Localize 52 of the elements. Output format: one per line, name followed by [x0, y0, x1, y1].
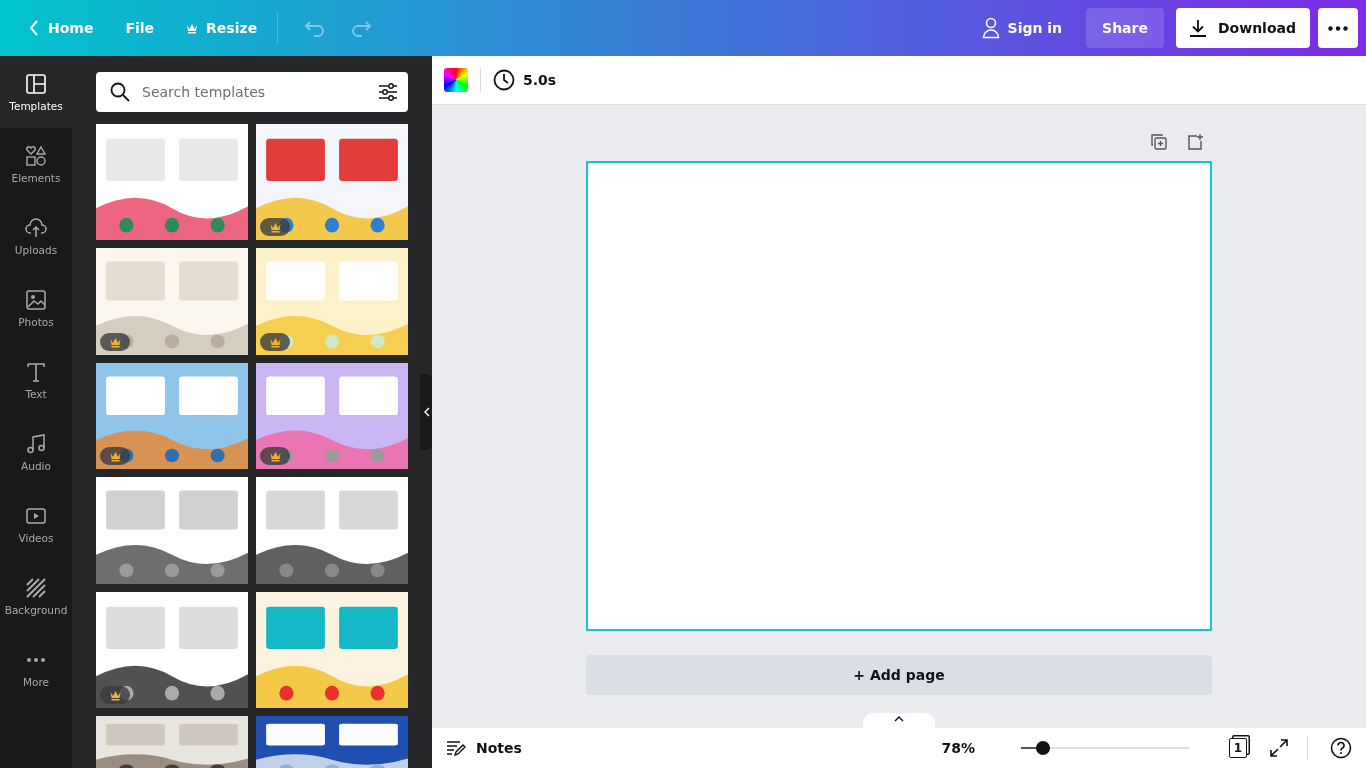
crown-icon: [108, 689, 122, 701]
search-icon: [110, 82, 130, 102]
duplicate-page-icon[interactable]: [1150, 133, 1168, 151]
ellipsis-icon: [25, 657, 47, 662]
notes-button[interactable]: Notes: [446, 740, 522, 756]
sidebar-tab[interactable]: Text: [0, 344, 72, 416]
duration-button[interactable]: 5.0s: [493, 69, 557, 91]
add-page-button[interactable]: + Add page: [586, 655, 1212, 695]
share-button[interactable]: Share: [1086, 8, 1164, 48]
crown-icon: [108, 450, 122, 462]
sidebar-tab[interactable]: Videos: [0, 488, 72, 560]
fullscreen-icon[interactable]: [1269, 738, 1289, 758]
shapes-icon: [25, 144, 47, 167]
zoom-percentage[interactable]: 78%: [941, 740, 975, 756]
page-count-button[interactable]: 1: [1229, 738, 1247, 758]
sidebar-tab[interactable]: Uploads: [0, 200, 72, 272]
color-picker-button[interactable]: [444, 68, 468, 92]
crown-icon: [186, 22, 199, 34]
slider-thumb[interactable]: [1035, 741, 1050, 755]
hatch-icon: [25, 576, 47, 599]
filter-icon[interactable]: [378, 83, 398, 101]
layout-icon: [25, 72, 47, 95]
download-icon: [1187, 18, 1208, 38]
clock-icon: [493, 69, 515, 91]
zoom-slider[interactable]: [1021, 741, 1189, 755]
back-icon: [28, 19, 40, 37]
sidebar-tab[interactable]: More: [0, 632, 72, 704]
music-note-icon: [25, 432, 47, 455]
sidebar-tab[interactable]: Audio: [0, 416, 72, 488]
crown-icon: [268, 336, 282, 348]
search-bar[interactable]: Search templates: [96, 72, 408, 112]
crown-icon: [108, 336, 122, 348]
help-icon[interactable]: [1330, 737, 1352, 759]
cloud-upload-icon: [25, 216, 47, 239]
crown-icon: [268, 450, 282, 462]
chevron-up-icon: [894, 716, 904, 722]
sidebar-tab[interactable]: Elements: [0, 128, 72, 200]
chevron-left-icon: [423, 407, 430, 417]
add-page-icon[interactable]: [1186, 133, 1204, 151]
text-icon: [25, 360, 47, 383]
download-button[interactable]: Download: [1175, 8, 1310, 48]
ellipsis-icon: [1328, 25, 1348, 31]
sign-in-button[interactable]: Sign in: [969, 8, 1075, 48]
more-options-button[interactable]: [1318, 8, 1358, 48]
user-icon: [981, 17, 1000, 39]
crown-icon: [268, 221, 282, 233]
collapse-panel-handle[interactable]: [420, 374, 432, 450]
sidebar-tab[interactable]: Background: [0, 560, 72, 632]
image-icon: [25, 288, 47, 311]
sidebar-tab[interactable]: Photos: [0, 272, 72, 344]
sidebar-tab[interactable]: Templates: [0, 56, 72, 128]
notes-icon: [446, 740, 466, 756]
